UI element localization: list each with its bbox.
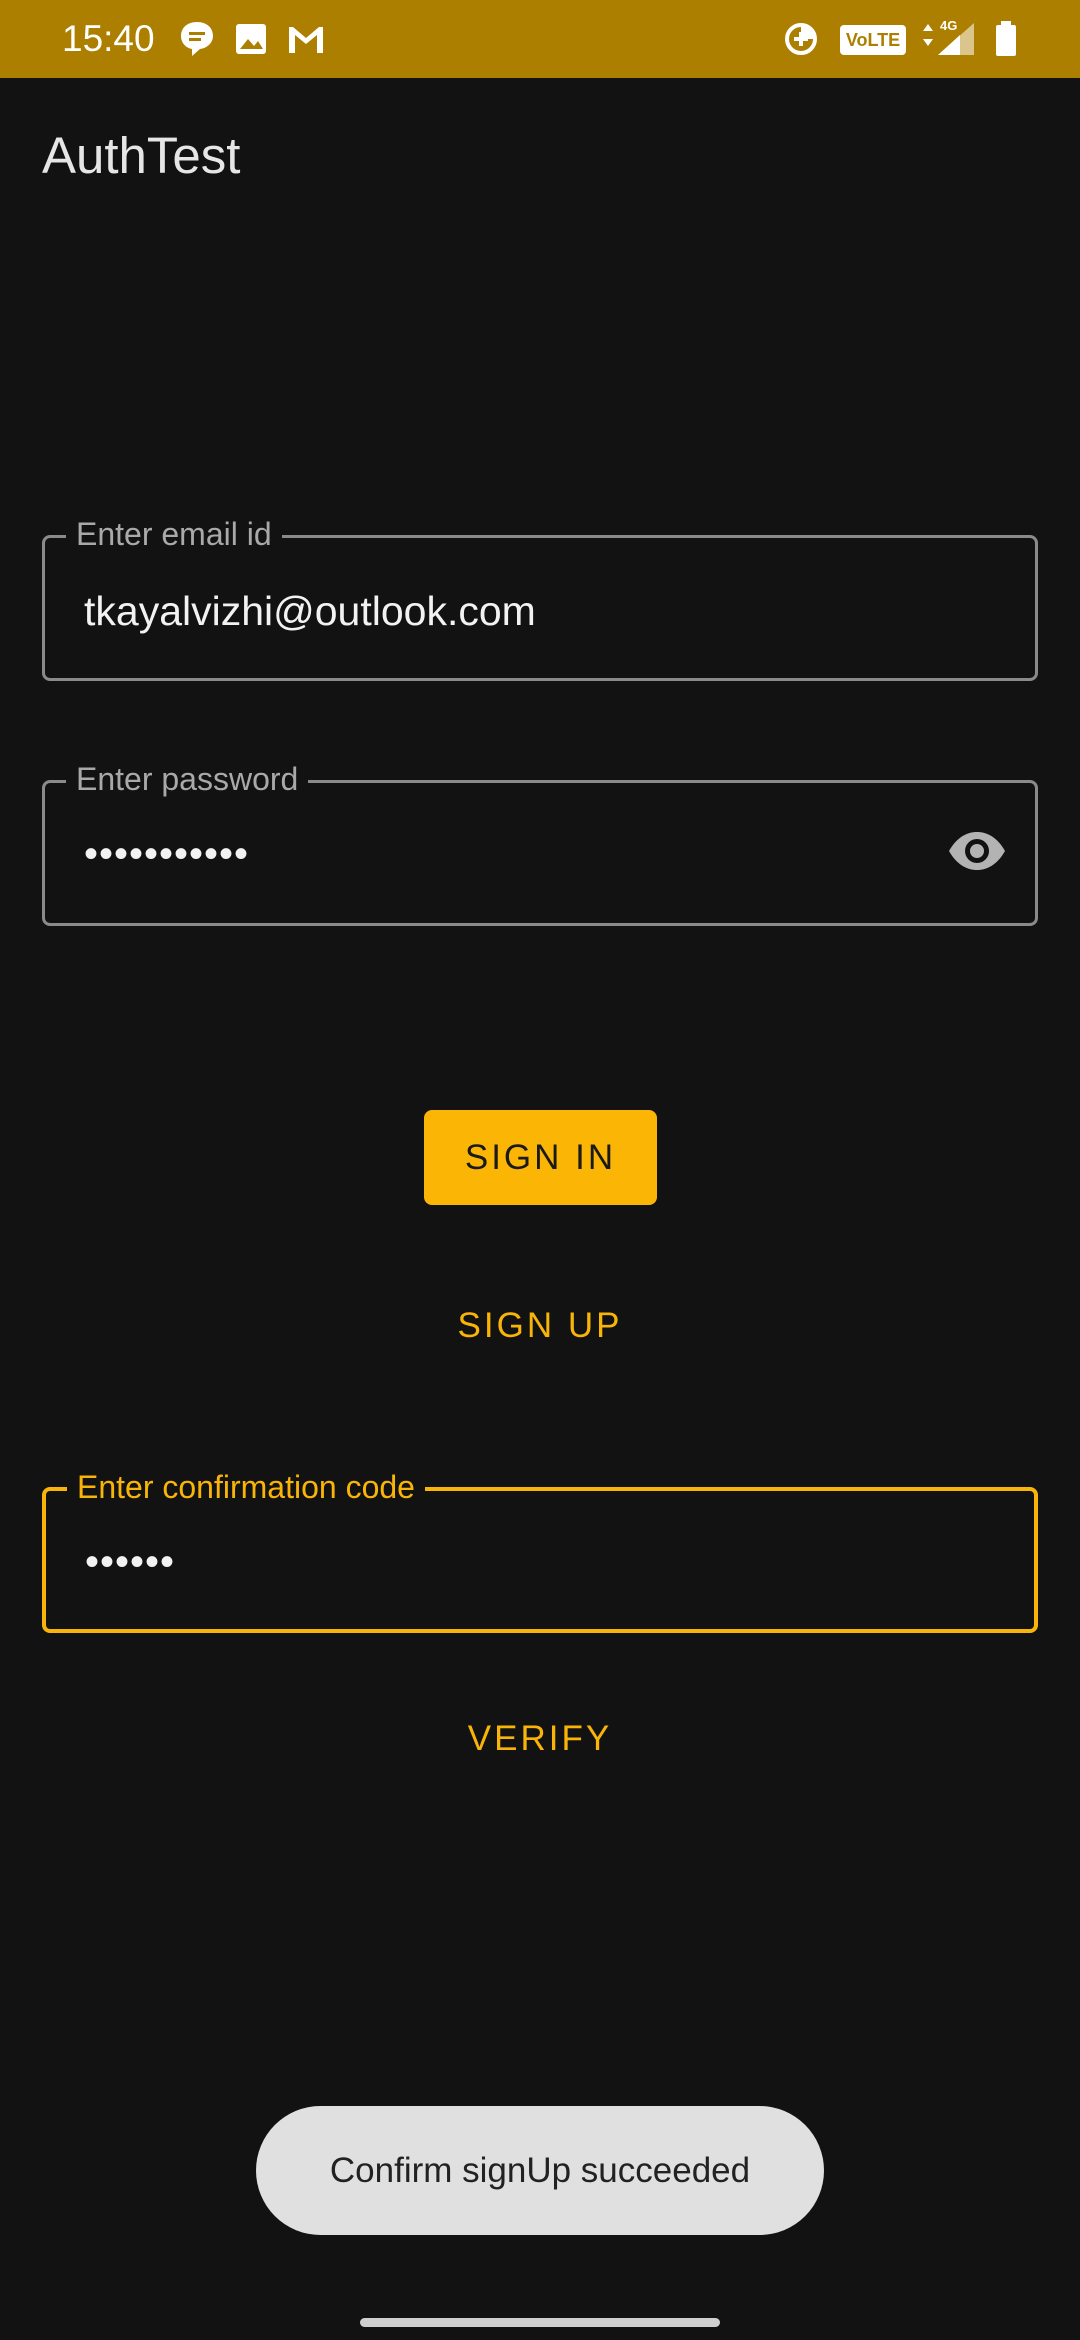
email-field-label: Enter email id [66,514,282,554]
eye-icon[interactable] [947,829,1007,878]
data-saver-icon [783,19,819,64]
nav-gesture-handle[interactable] [360,2318,720,2327]
sign-up-button[interactable]: SIGN UP [340,1291,740,1361]
verify-button[interactable]: VERIFY [340,1704,740,1774]
app-title: AuthTest [42,127,241,184]
status-time: 15:40 [62,18,155,59]
volte-icon: VoLTE [840,25,906,55]
sign-in-button[interactable]: SIGN IN [424,1110,657,1205]
password-field-label: Enter password [66,759,309,799]
status-bar: 15:40 VoLTE 4G [0,0,1080,78]
svg-text:4G: 4G [940,19,957,33]
password-field-value[interactable]: ••••••••••• [84,831,249,877]
confirmation-code-field[interactable]: Enter confirmation code •••••• [42,1467,1038,1633]
toast-message: Confirm signUp succeeded [256,2106,824,2235]
confirmation-code-label: Enter confirmation code [67,1467,425,1507]
gmail-icon [286,19,326,64]
signal-4g-icon: 4G [920,18,978,64]
confirmation-code-value[interactable]: •••••• [85,1539,175,1585]
image-icon [234,19,268,64]
password-field[interactable]: Enter password ••••••••••• [42,759,1038,926]
email-field[interactable]: Enter email id tkayalvizhi@outlook.com [42,514,1038,681]
chat-bubble-icon [178,19,216,64]
email-field-value[interactable]: tkayalvizhi@outlook.com [84,588,536,634]
battery-icon [994,19,1018,64]
